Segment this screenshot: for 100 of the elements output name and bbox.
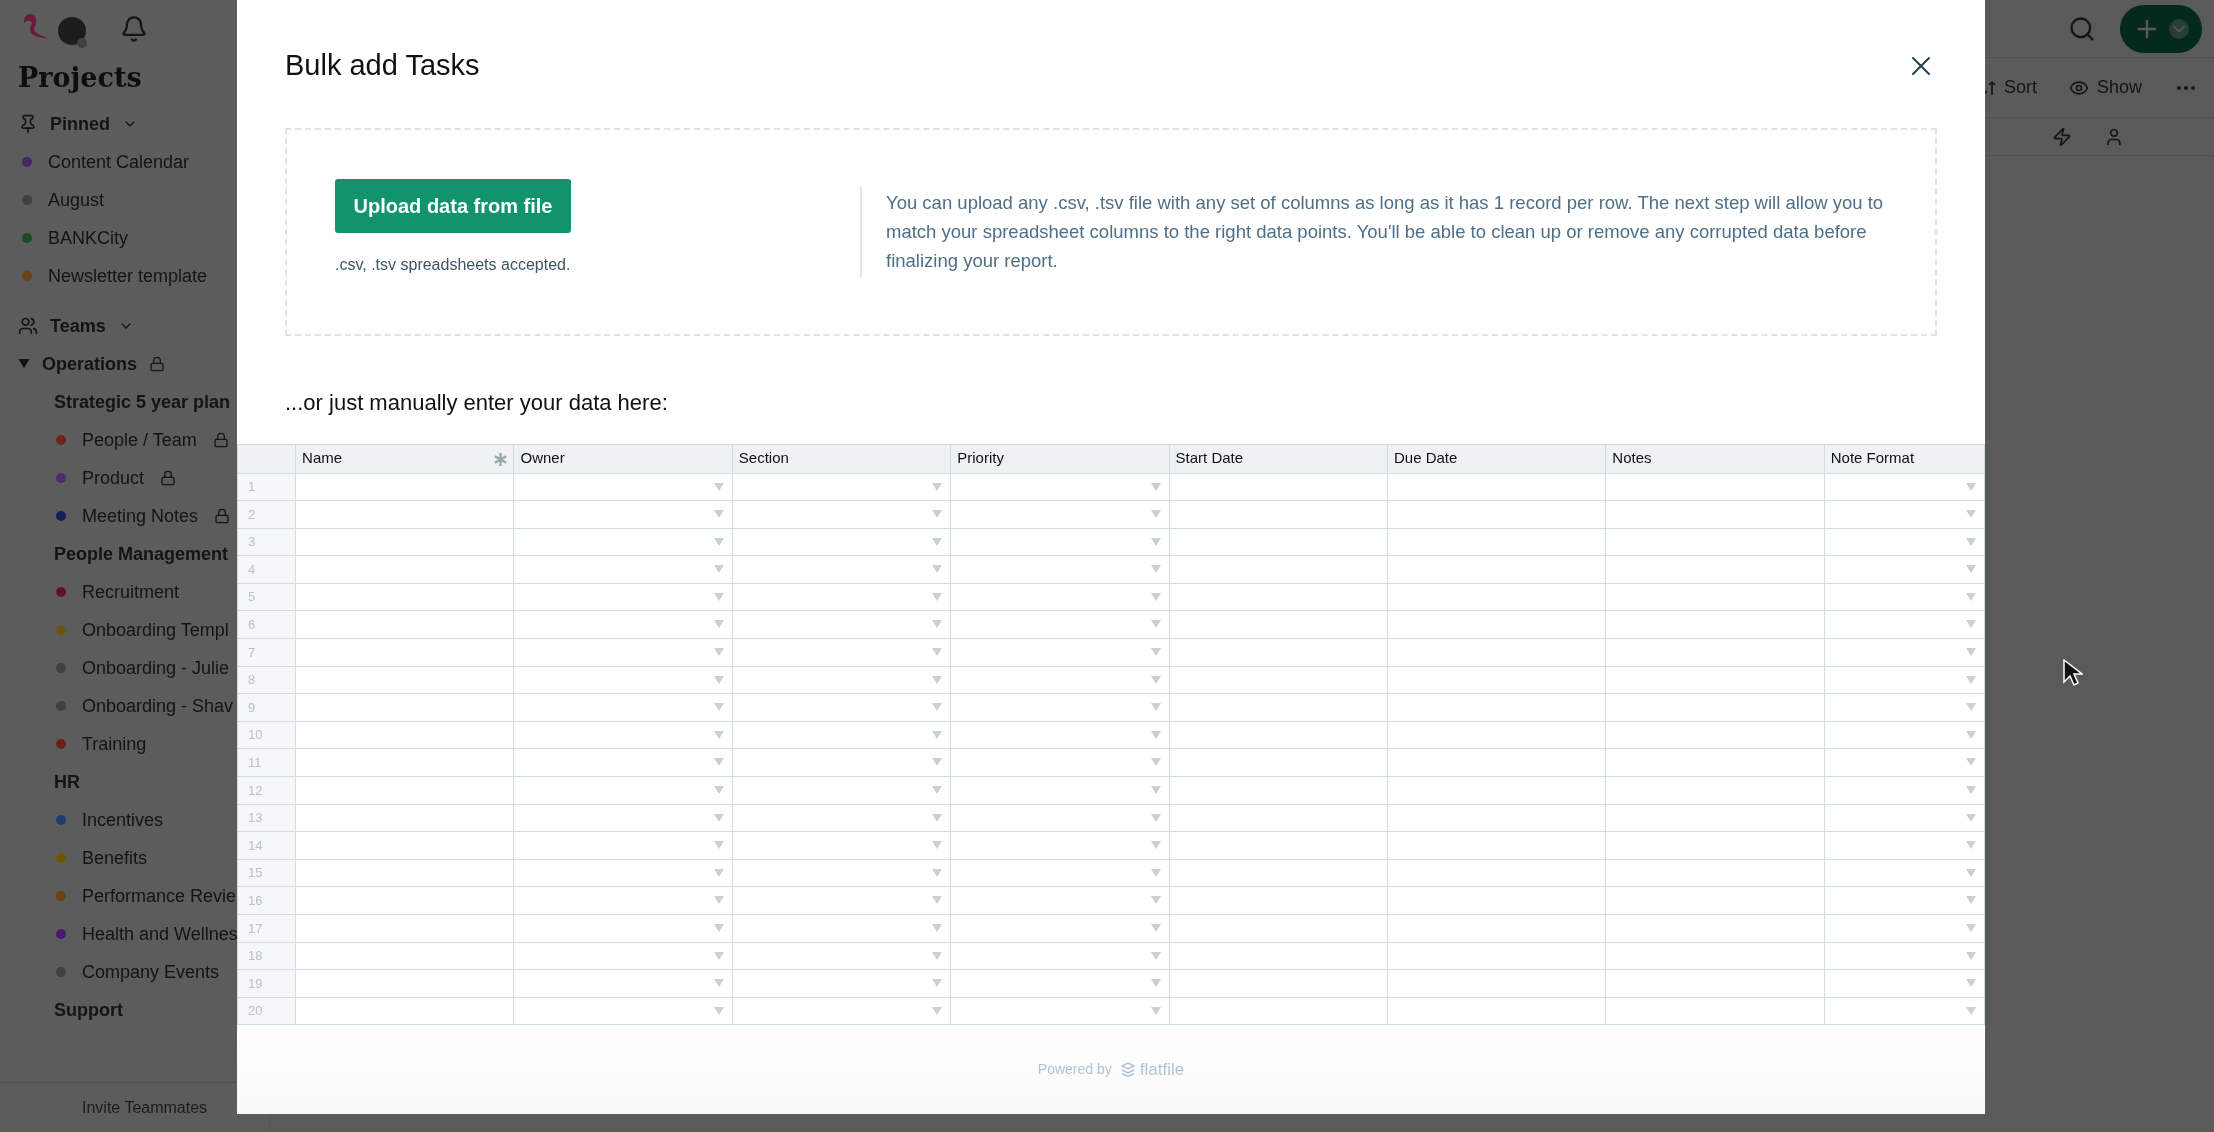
dropdown-triangle-icon[interactable] xyxy=(1150,868,1161,877)
table-cell[interactable] xyxy=(950,804,1170,832)
dropdown-triangle-icon[interactable] xyxy=(1150,620,1161,629)
dropdown-triangle-icon[interactable] xyxy=(713,703,724,712)
table-cell[interactable] xyxy=(1824,528,1985,556)
table-cell[interactable] xyxy=(1169,748,1388,777)
search-icon[interactable] xyxy=(2068,14,2096,43)
table-cell[interactable] xyxy=(950,748,1170,777)
section-heading[interactable]: Teams xyxy=(50,314,106,337)
dropdown-triangle-icon[interactable] xyxy=(1966,841,1976,850)
table-cell[interactable] xyxy=(1387,583,1606,611)
dropdown-triangle-icon[interactable] xyxy=(1966,730,1976,739)
table-cell[interactable] xyxy=(295,969,514,998)
dropdown-triangle-icon[interactable] xyxy=(932,620,943,629)
table-cell[interactable] xyxy=(732,804,951,832)
dropdown-triangle-icon[interactable] xyxy=(932,924,943,932)
project-link[interactable]: Incentives xyxy=(82,808,164,831)
user-icon[interactable] xyxy=(2104,126,2124,147)
table-cell[interactable] xyxy=(295,914,514,943)
project-link[interactable]: Onboarding - Julie xyxy=(82,656,230,679)
table-cell[interactable] xyxy=(1605,886,1825,915)
table-cell[interactable] xyxy=(1387,638,1606,667)
project-link[interactable]: Health and Wellnes xyxy=(82,922,238,945)
table-cell[interactable] xyxy=(732,583,951,611)
table-cell[interactable] xyxy=(1387,721,1606,749)
table-cell[interactable] xyxy=(950,914,1170,943)
dropdown-triangle-icon[interactable] xyxy=(713,537,724,546)
table-cell[interactable] xyxy=(513,528,733,556)
table-cell[interactable] xyxy=(1387,776,1606,805)
table-cell[interactable] xyxy=(295,776,514,805)
table-cell[interactable] xyxy=(950,886,1170,915)
table-cell[interactable] xyxy=(1169,500,1388,529)
table-cell[interactable] xyxy=(295,638,514,667)
table-cell[interactable] xyxy=(1605,666,1825,694)
dropdown-triangle-icon[interactable] xyxy=(713,675,724,684)
table-cell[interactable] xyxy=(513,969,733,998)
table-cell[interactable] xyxy=(295,666,514,694)
dropdown-triangle-icon[interactable] xyxy=(932,1006,943,1015)
table-cell[interactable] xyxy=(1605,942,1825,970)
table-cell[interactable] xyxy=(732,748,951,777)
dropdown-triangle-icon[interactable] xyxy=(1150,951,1161,960)
table-cell[interactable] xyxy=(513,997,733,1025)
table-cell[interactable] xyxy=(513,914,733,943)
table-cell[interactable] xyxy=(732,473,951,501)
dropdown-triangle-icon[interactable] xyxy=(932,592,943,601)
project-link[interactable]: Benefits xyxy=(82,846,148,869)
dropdown-triangle-icon[interactable] xyxy=(932,675,943,684)
project-link[interactable]: Product xyxy=(82,466,145,489)
table-cell[interactable] xyxy=(295,500,514,529)
table-cell[interactable] xyxy=(950,776,1170,805)
table-cell[interactable] xyxy=(513,748,733,777)
table-cell[interactable] xyxy=(295,693,514,722)
table-cell[interactable] xyxy=(732,942,951,970)
table-cell[interactable] xyxy=(732,914,951,943)
table-cell[interactable] xyxy=(732,638,951,667)
table-cell[interactable] xyxy=(950,473,1170,501)
table-cell[interactable] xyxy=(950,721,1170,749)
table-cell[interactable] xyxy=(732,610,951,639)
table-cell[interactable] xyxy=(1169,831,1388,860)
table-cell[interactable] xyxy=(950,555,1170,584)
table-cell[interactable] xyxy=(1387,473,1606,501)
table-cell[interactable] xyxy=(1387,693,1606,722)
table-cell[interactable] xyxy=(295,528,514,556)
dropdown-triangle-icon[interactable] xyxy=(713,924,724,932)
dropdown-triangle-icon[interactable] xyxy=(932,813,943,822)
table-cell[interactable] xyxy=(1169,693,1388,722)
dropdown-triangle-icon[interactable] xyxy=(1150,813,1161,822)
dropdown-triangle-icon[interactable] xyxy=(1966,868,1976,877)
table-cell[interactable] xyxy=(295,997,514,1025)
table-cell[interactable] xyxy=(295,942,514,970)
table-cell[interactable] xyxy=(732,831,951,860)
dropdown-triangle-icon[interactable] xyxy=(713,786,724,795)
table-cell[interactable] xyxy=(1169,969,1388,998)
table-cell[interactable] xyxy=(1824,610,1985,639)
table-cell[interactable] xyxy=(950,583,1170,611)
table-cell[interactable] xyxy=(513,666,733,694)
table-cell[interactable] xyxy=(1824,748,1985,777)
dropdown-triangle-icon[interactable] xyxy=(1150,482,1161,491)
table-cell[interactable] xyxy=(1824,914,1985,943)
dropdown-triangle-icon[interactable] xyxy=(932,896,943,905)
team-name[interactable]: Operations xyxy=(42,352,138,375)
project-link[interactable]: August xyxy=(48,188,105,211)
table-cell[interactable] xyxy=(950,942,1170,970)
dropdown-triangle-icon[interactable] xyxy=(713,979,724,988)
project-link[interactable]: Meeting Notes xyxy=(82,504,199,527)
table-cell[interactable] xyxy=(1169,914,1388,943)
table-cell[interactable] xyxy=(295,859,514,887)
table-cell[interactable] xyxy=(295,721,514,749)
table-cell[interactable] xyxy=(1605,914,1825,943)
project-link[interactable]: Onboarding Templ xyxy=(82,618,229,641)
table-cell[interactable] xyxy=(1605,969,1825,998)
table-cell[interactable] xyxy=(1169,610,1388,639)
table-cell[interactable] xyxy=(732,666,951,694)
lightning-icon[interactable] xyxy=(2052,126,2072,147)
dropdown-triangle-icon[interactable] xyxy=(932,537,943,546)
dropdown-triangle-icon[interactable] xyxy=(1150,924,1161,932)
project-link[interactable]: Performance Revie xyxy=(82,884,237,907)
dropdown-triangle-icon[interactable] xyxy=(932,841,943,850)
dropdown-triangle-icon[interactable] xyxy=(713,730,724,739)
dropdown-triangle-icon[interactable] xyxy=(1966,620,1976,629)
